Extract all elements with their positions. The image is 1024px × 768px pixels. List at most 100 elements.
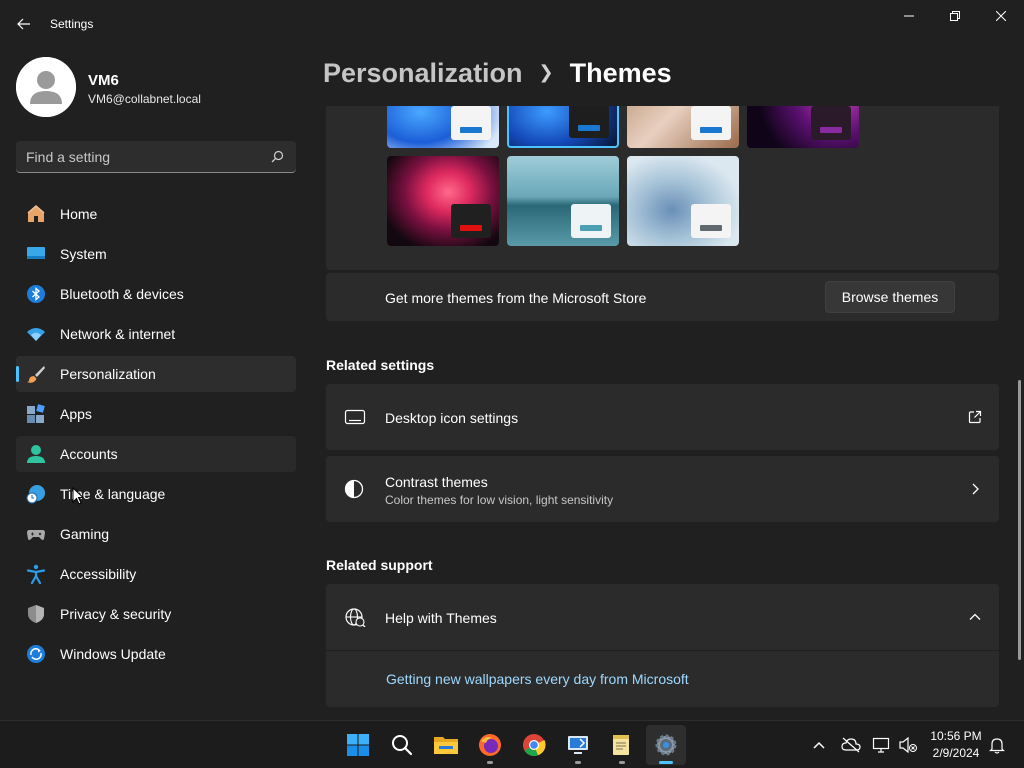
taskbar-chrome[interactable] xyxy=(514,725,554,765)
search-icon[interactable] xyxy=(271,150,284,163)
theme-preview-window xyxy=(571,204,611,238)
running-indicator xyxy=(487,761,493,764)
theme-tile-sunrise[interactable] xyxy=(507,156,619,246)
network-tray-button[interactable] xyxy=(870,733,894,757)
sidebar-item-network[interactable]: Network & internet xyxy=(16,316,296,352)
chevron-up-icon xyxy=(813,741,825,749)
search-input[interactable]: Find a setting xyxy=(26,149,110,165)
taskbar-remote-desktop[interactable] xyxy=(558,725,598,765)
sidebar-item-label: Personalization xyxy=(60,366,156,382)
sidebar-item-label: Windows Update xyxy=(60,646,166,662)
theme-tile-bloom-light[interactable] xyxy=(627,156,739,246)
sidebar-item-label: Network & internet xyxy=(60,326,176,342)
user-email: VM6@collabnet.local xyxy=(88,92,201,106)
contrast-themes-row[interactable]: Contrast themes Color themes for low vis… xyxy=(326,456,999,522)
clock-date[interactable]: 2/9/2024 xyxy=(928,746,984,760)
sidebar-item-home[interactable]: Home xyxy=(16,196,296,232)
notifications-button[interactable] xyxy=(985,733,1009,757)
sidebar-item-privacy-security[interactable]: Privacy & security xyxy=(16,596,296,632)
chevron-right-icon: ❯ xyxy=(538,62,554,82)
sidebar-item-label: Gaming xyxy=(60,526,110,542)
user-name: VM6 xyxy=(88,72,119,89)
sidebar-item-personalization[interactable]: Personalization xyxy=(16,356,296,392)
help-with-themes-label: Help with Themes xyxy=(385,610,497,626)
close-button[interactable] xyxy=(978,0,1024,32)
sidebar-item-label: Apps xyxy=(60,406,92,422)
update-icon xyxy=(27,645,45,663)
store-themes-card: Get more themes from the Microsoft Store… xyxy=(326,273,999,321)
wallpapers-help-link[interactable]: Getting new wallpapers every day from Mi… xyxy=(386,671,689,687)
taskbar-firefox[interactable] xyxy=(470,725,510,765)
theme-preview-window xyxy=(811,106,851,140)
browse-themes-button[interactable]: Browse themes xyxy=(825,281,955,313)
theme-preview-window xyxy=(691,106,731,140)
person-silhouette-icon xyxy=(16,57,76,117)
sidebar-item-windows-update[interactable]: Windows Update xyxy=(16,636,296,672)
sidebar-item-apps[interactable]: Apps xyxy=(16,396,296,432)
restore-button[interactable] xyxy=(932,0,978,32)
search-box[interactable]: Find a setting xyxy=(16,141,296,173)
minimize-icon xyxy=(904,15,914,17)
theme-preview-window xyxy=(451,106,491,140)
chevron-up-icon xyxy=(969,613,981,620)
network-display-icon xyxy=(872,737,890,753)
speaker-muted-icon xyxy=(899,736,917,754)
back-arrow-icon xyxy=(17,18,30,30)
scrollbar[interactable] xyxy=(1018,380,1021,660)
help-with-themes-row[interactable]: Help with Themes xyxy=(326,584,999,650)
sidebar-item-time-language[interactable]: Time & language xyxy=(16,476,296,512)
taskbar-file-explorer[interactable] xyxy=(426,725,466,765)
onedrive-tray-button[interactable] xyxy=(839,733,863,757)
page-title: Themes xyxy=(569,58,672,88)
person-icon xyxy=(27,445,45,463)
volume-tray-button[interactable] xyxy=(896,733,920,757)
mouse-cursor-icon xyxy=(72,487,84,505)
sidebar-item-label: System xyxy=(60,246,107,262)
desktop-icon-settings-label: Desktop icon settings xyxy=(385,410,519,426)
breadcrumb: Personalization ❯ Themes xyxy=(323,58,672,89)
theme-preview-window xyxy=(451,204,491,238)
breadcrumb-parent[interactable]: Personalization xyxy=(323,58,523,88)
related-settings-heading: Related settings xyxy=(326,357,435,373)
sidebar-item-label: Accounts xyxy=(60,446,118,462)
back-button[interactable] xyxy=(10,10,38,38)
store-themes-text: Get more themes from the Microsoft Store xyxy=(385,290,647,306)
show-hidden-icons-button[interactable] xyxy=(807,733,831,757)
theme-tile-windows-light[interactable] xyxy=(387,106,499,148)
gear-icon xyxy=(655,734,677,756)
theme-tile-glow[interactable] xyxy=(627,106,739,148)
windows-logo-icon xyxy=(347,734,369,756)
sidebar-item-label: Home xyxy=(60,206,98,222)
theme-tile-captured-motion[interactable] xyxy=(747,106,859,148)
sidebar-item-gaming[interactable]: Gaming xyxy=(16,516,296,552)
title-bar: Settings xyxy=(0,0,1024,48)
gamepad-icon xyxy=(27,530,45,540)
related-support-heading: Related support xyxy=(326,557,433,573)
taskbar-search-button[interactable] xyxy=(382,725,422,765)
sidebar-item-bluetooth[interactable]: Bluetooth & devices xyxy=(16,276,296,312)
content-pane: Get more themes from the Microsoft Store… xyxy=(326,106,999,718)
start-button[interactable] xyxy=(338,725,378,765)
active-indicator xyxy=(16,366,19,382)
taskbar-settings[interactable] xyxy=(646,725,686,765)
bell-icon xyxy=(989,738,1005,754)
clock-globe-icon xyxy=(26,485,45,504)
open-external-icon xyxy=(968,410,982,424)
theme-tile-windows-dark[interactable] xyxy=(507,106,619,148)
sidebar-item-label: Bluetooth & devices xyxy=(60,286,184,302)
sidebar-item-accounts[interactable]: Accounts xyxy=(16,436,296,472)
theme-tile-flow[interactable] xyxy=(387,156,499,246)
running-indicator xyxy=(575,761,581,764)
sidebar-item-accessibility[interactable]: Accessibility xyxy=(16,556,296,592)
home-icon xyxy=(27,205,45,222)
sidebar-item-system[interactable]: System xyxy=(16,236,296,272)
contrast-themes-description: Color themes for low vision, light sensi… xyxy=(385,493,614,507)
notepad-icon xyxy=(613,735,629,755)
firefox-icon xyxy=(479,734,501,756)
apps-icon xyxy=(27,404,45,423)
desktop-icon-settings-row[interactable]: Desktop icon settings xyxy=(326,384,999,450)
clock-time[interactable]: 10:56 PM xyxy=(928,729,984,743)
taskbar-notepad[interactable] xyxy=(602,725,642,765)
avatar[interactable] xyxy=(16,57,76,117)
minimize-button[interactable] xyxy=(886,0,932,32)
